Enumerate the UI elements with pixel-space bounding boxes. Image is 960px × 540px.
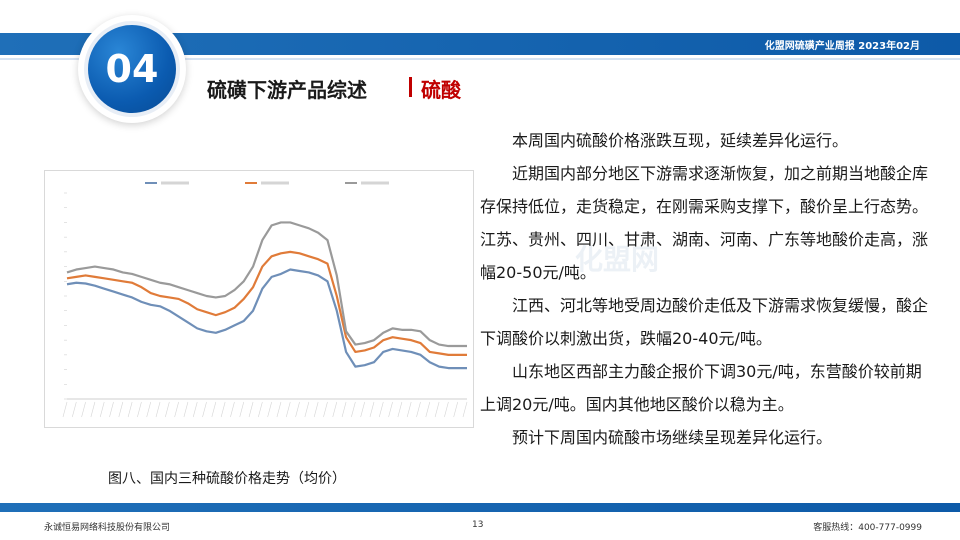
x-tick: [258, 401, 263, 418]
x-tick: [360, 401, 365, 418]
x-tick: [323, 401, 328, 418]
x-tick: [81, 401, 86, 418]
x-tick: [304, 401, 310, 418]
x-tick: [416, 401, 421, 418]
series-line: [66, 268, 467, 370]
x-tick: [183, 401, 189, 418]
paragraph: 江西、河北等地受周边酸价走低及下游需求恢复缓慢，酸企下调酸价以刺激出货，跌幅20…: [480, 296, 929, 348]
footer-company: 永诚恒易网络科技股份有限公司: [44, 523, 171, 533]
footer-bar: [0, 503, 960, 512]
price-chart-svg: [62, 181, 468, 418]
title-separator: [409, 77, 412, 97]
x-tick: [109, 401, 114, 418]
x-tick: [313, 401, 319, 418]
report-title: 化盟网硫磺产业周报 2023年02月: [764, 41, 920, 52]
x-tick: [406, 401, 412, 418]
paragraph: 山东地区西部主力酸企报价下调30元/吨，东营酸价较前期上调20元/吨。国内其他地…: [480, 362, 922, 414]
paragraph: 近期国内部分地区下游需求逐渐恢复，加之前期当地酸企库存保持低位，走货稳定，在刚需…: [480, 164, 929, 282]
x-tick: [295, 401, 300, 418]
x-tick: [453, 401, 458, 418]
page-number: 13: [472, 520, 484, 530]
x-tick: [72, 401, 77, 418]
x-tick: [99, 401, 105, 418]
x-tick: [462, 401, 468, 418]
x-tick: [118, 401, 124, 418]
footer-hotline: 客服热线：400-777-0999: [813, 523, 922, 533]
x-tick: [146, 401, 152, 418]
x-tick: [425, 401, 431, 418]
x-tick: [397, 401, 403, 418]
x-tick: [155, 401, 161, 418]
body-text: 本周国内硫酸价格涨跌互现，延续差异化运行。 近期国内部分地区下游需求逐渐恢复，加…: [480, 124, 932, 454]
x-tick: [174, 401, 179, 418]
x-tick: [127, 401, 133, 418]
x-tick: [267, 401, 272, 418]
x-tick: [137, 401, 142, 418]
price-chart: [44, 170, 474, 428]
x-tick: [341, 401, 347, 418]
x-tick: [220, 401, 226, 418]
x-tick: [378, 401, 384, 418]
x-tick: [276, 401, 282, 418]
paragraph: 本周国内硫酸价格涨跌互现，延续差异化运行。: [512, 131, 849, 150]
chart-caption: 图八、国内三种硫酸价格走势（均价）: [108, 471, 346, 487]
x-tick: [369, 401, 375, 418]
x-tick: [285, 401, 291, 418]
x-tick: [239, 401, 245, 418]
x-tick: [248, 401, 254, 418]
x-tick: [202, 401, 207, 418]
x-tick: [62, 401, 68, 418]
paragraph: 预计下周国内硫酸市场继续呈现差异化运行。: [512, 428, 833, 447]
section-number: 04: [88, 25, 176, 113]
x-tick: [230, 401, 235, 418]
x-tick: [434, 401, 440, 418]
x-tick: [211, 401, 217, 418]
x-tick: [388, 401, 393, 418]
x-tick: [332, 401, 338, 418]
section-badge: 04: [78, 15, 186, 123]
series-line: [66, 250, 467, 356]
section-title: 硫磺下游产品综述: [207, 78, 367, 102]
x-tick: [351, 401, 356, 418]
section-subtitle: 硫酸: [421, 78, 461, 102]
x-tick: [90, 401, 96, 418]
x-tick: [444, 401, 449, 418]
x-tick: [165, 401, 170, 418]
x-tick: [192, 401, 198, 418]
